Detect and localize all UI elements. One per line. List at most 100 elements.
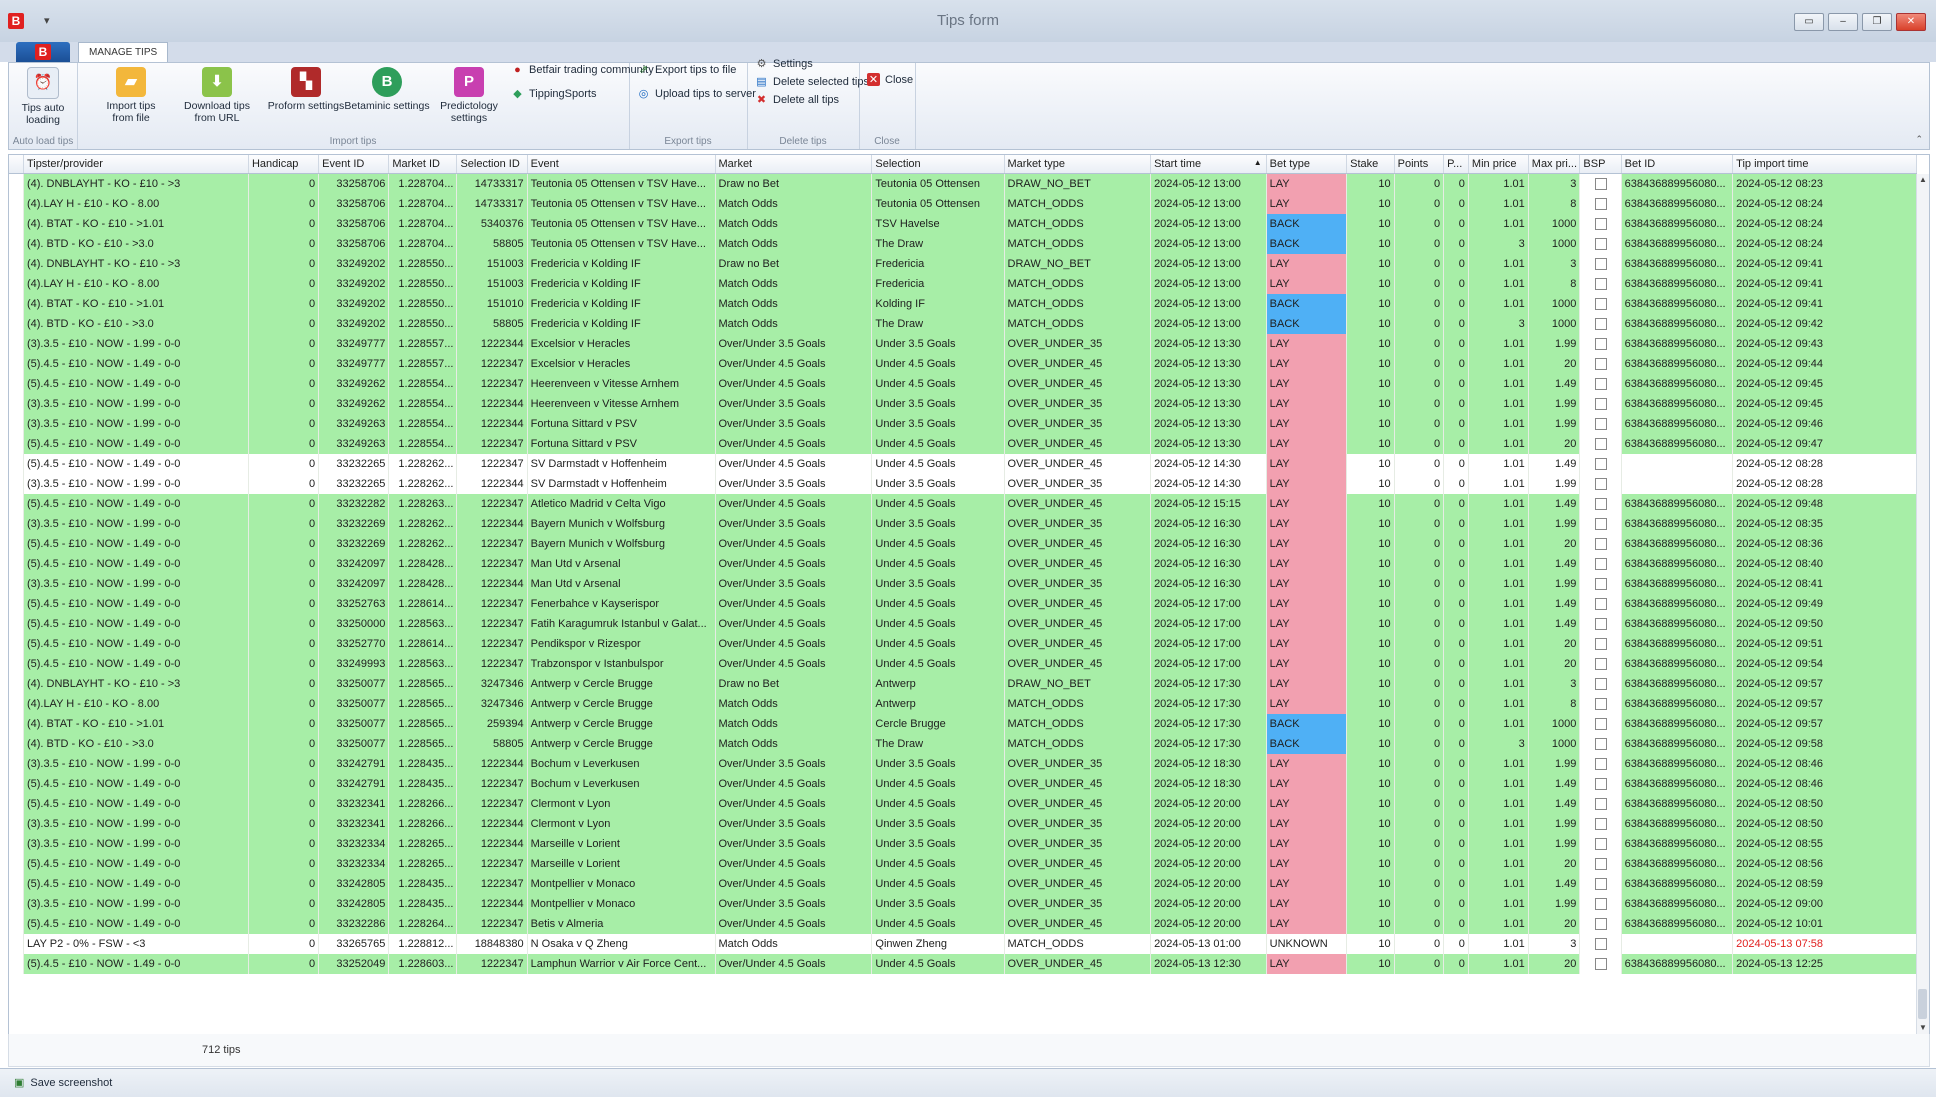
table-cell[interactable]: 638436889956080...: [1621, 654, 1734, 674]
table-cell[interactable]: 20: [1528, 914, 1581, 934]
table-cell[interactable]: OVER_UNDER_45: [1004, 554, 1152, 574]
table-cell[interactable]: 1000: [1528, 714, 1581, 734]
table-cell[interactable]: 10: [1346, 554, 1395, 574]
table-cell[interactable]: 638436889956080...: [1621, 534, 1734, 554]
table-cell[interactable]: 33249777: [318, 354, 390, 374]
table-cell[interactable]: Excelsior v Heracles: [527, 334, 716, 354]
table-cell[interactable]: 2024-05-13 12:30: [1150, 954, 1267, 974]
table-cell[interactable]: 10: [1346, 734, 1395, 754]
table-cell[interactable]: 0: [248, 294, 320, 314]
table-cell[interactable]: 638436889956080...: [1621, 414, 1734, 434]
table-cell[interactable]: LAY: [1266, 354, 1348, 374]
row-indicator[interactable]: [9, 754, 24, 774]
table-cell[interactable]: 33249202: [318, 274, 390, 294]
table-cell[interactable]: 1.01: [1468, 534, 1529, 554]
table-cell[interactable]: UNKNOWN: [1266, 934, 1348, 954]
row-indicator[interactable]: [9, 214, 24, 234]
table-cell[interactable]: 2024-05-12 13:30: [1150, 434, 1267, 454]
table-row[interactable]: (5).4.5 - £10 - NOW - 1.49 - 0-0 0 3323233…: [9, 854, 1917, 874]
table-cell[interactable]: Qinwen Zheng: [871, 934, 1005, 954]
column-header[interactable]: Selection ID: [456, 155, 528, 174]
table-cell[interactable]: 1222344: [456, 574, 528, 594]
table-cell[interactable]: 2024-05-12 08:24: [1732, 194, 1917, 214]
table-cell[interactable]: (4). BTD - KO - £10 - >3.0: [23, 234, 249, 254]
table-cell[interactable]: 0: [1443, 854, 1469, 874]
row-indicator[interactable]: [9, 294, 24, 314]
table-cell[interactable]: (5).4.5 - £10 - NOW - 1.49 - 0-0: [23, 854, 249, 874]
table-cell[interactable]: 1222344: [456, 894, 528, 914]
table-row[interactable]: (4). DNBLAYHT - KO - £10 - >3 0 33258706 1.…: [9, 173, 1917, 194]
table-cell[interactable]: 1.01: [1468, 754, 1529, 774]
table-cell[interactable]: 638436889956080...: [1621, 434, 1734, 454]
table-cell[interactable]: (5).4.5 - £10 - NOW - 1.49 - 0-0: [23, 614, 249, 634]
table-cell[interactable]: 2024-05-12 17:30: [1150, 734, 1267, 754]
table-cell[interactable]: 638436889956080...: [1621, 594, 1734, 614]
table-cell[interactable]: 10: [1346, 814, 1395, 834]
bsp-checkbox-cell[interactable]: [1579, 754, 1622, 774]
table-cell[interactable]: (5).4.5 - £10 - NOW - 1.49 - 0-0: [23, 374, 249, 394]
table-cell[interactable]: 10: [1346, 214, 1395, 234]
table-cell[interactable]: 0: [1394, 774, 1445, 794]
table-cell[interactable]: 0: [248, 674, 320, 694]
table-cell[interactable]: 2024-05-12 09:41: [1732, 294, 1917, 314]
table-cell[interactable]: LAY: [1266, 874, 1348, 894]
table-cell[interactable]: 33252763: [318, 594, 390, 614]
table-cell[interactable]: 2024-05-12 16:30: [1150, 574, 1267, 594]
table-cell[interactable]: Over/Under 4.5 Goals: [715, 954, 873, 974]
table-cell[interactable]: 0: [1443, 394, 1469, 414]
bsp-checkbox[interactable]: [1594, 318, 1607, 331]
table-cell[interactable]: 0: [248, 254, 320, 274]
bsp-checkbox[interactable]: [1594, 538, 1607, 551]
table-row[interactable]: (4). BTAT - KO - £10 - >1.01 0 33258706 1.2…: [9, 214, 1917, 234]
table-cell[interactable]: 2024-05-12 08:36: [1732, 534, 1917, 554]
table-cell[interactable]: 1.01: [1468, 494, 1529, 514]
table-cell[interactable]: 638436889956080...: [1621, 274, 1734, 294]
table-cell[interactable]: 10: [1346, 414, 1395, 434]
table-cell[interactable]: 33232341: [318, 814, 390, 834]
table-cell[interactable]: Under 4.5 Goals: [871, 614, 1005, 634]
table-cell[interactable]: 0: [248, 194, 320, 214]
row-indicator[interactable]: [9, 474, 24, 494]
table-cell[interactable]: BACK: [1266, 214, 1348, 234]
table-cell[interactable]: 20: [1528, 654, 1581, 674]
table-cell[interactable]: 0: [1394, 754, 1445, 774]
table-cell[interactable]: 1222347: [456, 614, 528, 634]
table-cell[interactable]: Marseille v Lorient: [527, 854, 716, 874]
table-cell[interactable]: 33249993: [318, 654, 390, 674]
bsp-checkbox-cell[interactable]: [1579, 434, 1622, 454]
table-cell[interactable]: 3: [1468, 314, 1529, 334]
table-cell[interactable]: 2024-05-12 20:00: [1150, 874, 1267, 894]
column-header[interactable]: Market type: [1004, 155, 1152, 174]
table-cell[interactable]: (4). BTD - KO - £10 - >3.0: [23, 314, 249, 334]
bsp-checkbox[interactable]: [1594, 638, 1607, 651]
table-cell[interactable]: 1.228554...: [388, 374, 458, 394]
table-cell[interactable]: LAY: [1266, 394, 1348, 414]
column-header[interactable]: Start time ▲: [1150, 155, 1267, 174]
table-cell[interactable]: Fortuna Sittard v PSV: [527, 434, 716, 454]
table-cell[interactable]: Under 4.5 Goals: [871, 854, 1005, 874]
table-cell[interactable]: BACK: [1266, 714, 1348, 734]
table-cell[interactable]: 0: [1443, 614, 1469, 634]
table-cell[interactable]: BACK: [1266, 294, 1348, 314]
table-cell[interactable]: OVER_UNDER_45: [1004, 454, 1152, 474]
row-indicator[interactable]: [9, 314, 24, 334]
scroll-thumb[interactable]: [1918, 989, 1927, 1019]
table-cell[interactable]: 1222347: [456, 874, 528, 894]
table-cell[interactable]: Fredericia v Kolding IF: [527, 254, 716, 274]
table-cell[interactable]: 638436889956080...: [1621, 914, 1734, 934]
table-cell[interactable]: 0: [248, 173, 320, 194]
row-indicator[interactable]: [9, 674, 24, 694]
table-cell[interactable]: (5).4.5 - £10 - NOW - 1.49 - 0-0: [23, 554, 249, 574]
table-cell[interactable]: MATCH_ODDS: [1004, 194, 1152, 214]
table-cell[interactable]: 3: [1528, 934, 1581, 954]
table-cell[interactable]: 0: [1394, 934, 1445, 954]
table-cell[interactable]: DRAW_NO_BET: [1004, 173, 1152, 194]
bsp-checkbox-cell[interactable]: [1579, 254, 1622, 274]
close-button[interactable]: ✕ Close: [867, 73, 913, 86]
table-cell[interactable]: 2024-05-12 08:28: [1732, 474, 1917, 494]
bsp-checkbox-cell[interactable]: [1579, 634, 1622, 654]
table-cell[interactable]: 2024-05-12 13:00: [1150, 254, 1267, 274]
table-cell[interactable]: Under 3.5 Goals: [871, 814, 1005, 834]
table-cell[interactable]: Over/Under 3.5 Goals: [715, 574, 873, 594]
bsp-checkbox-cell[interactable]: [1579, 534, 1622, 554]
